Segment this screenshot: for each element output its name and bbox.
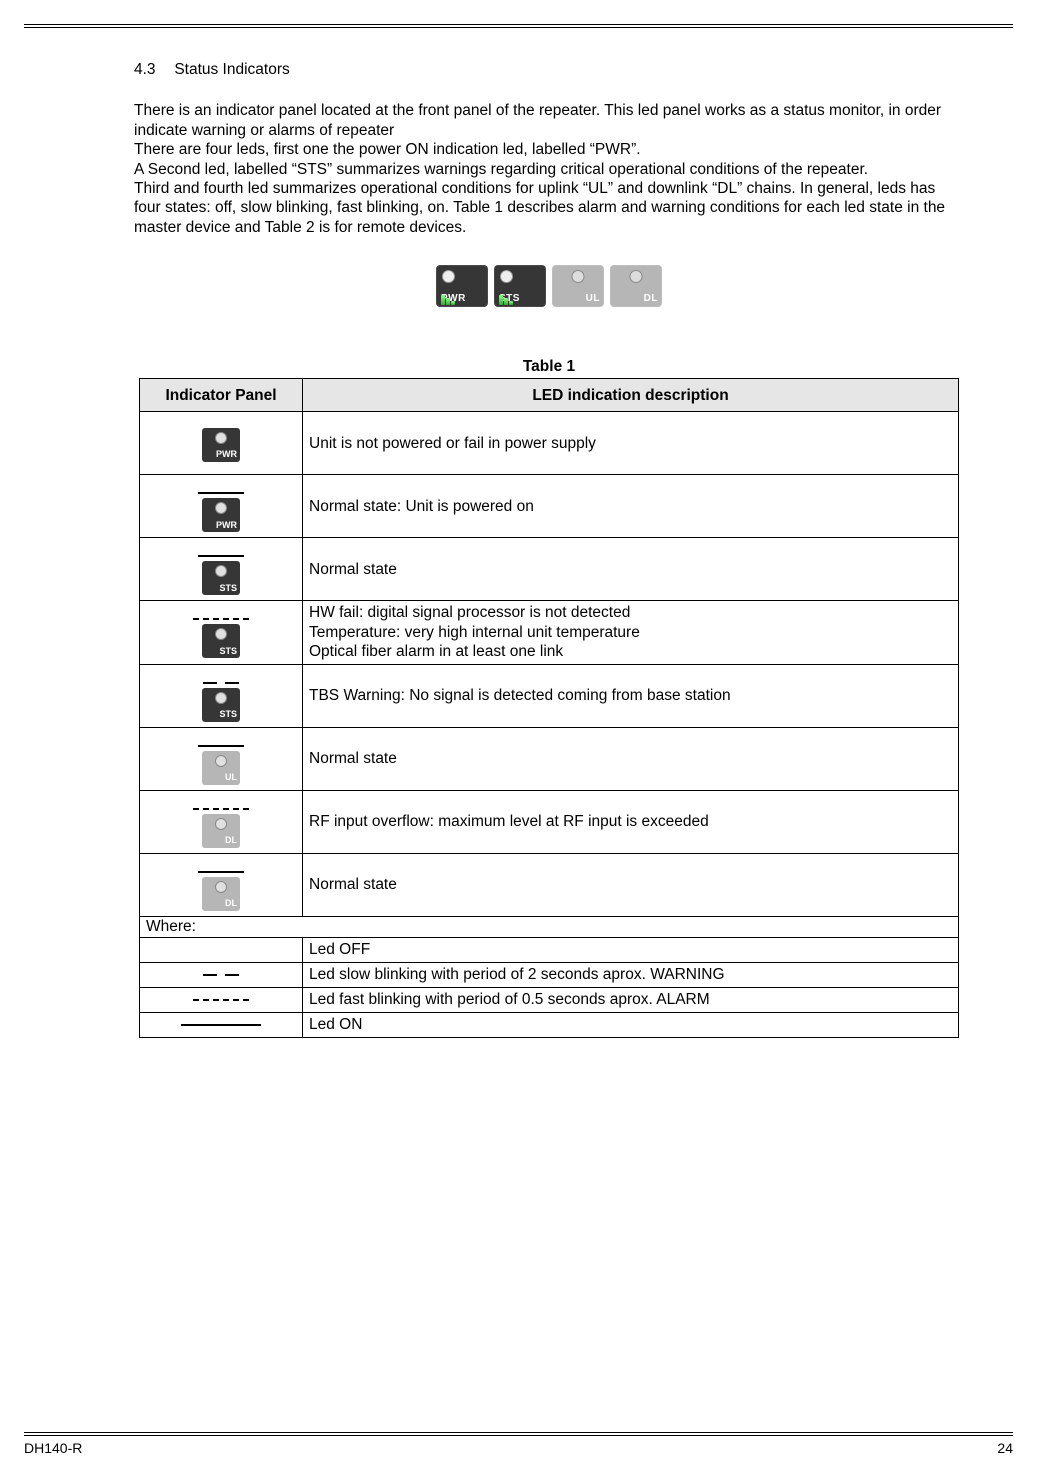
pwr-block: PWR (436, 265, 488, 307)
indicator-cell: STS (140, 664, 303, 727)
paragraph-2: There are four leds, first one the power… (134, 140, 964, 159)
legend-desc: Led ON (303, 1012, 959, 1037)
legend-desc: Led slow blinking with period of 2 secon… (303, 962, 959, 987)
indicator-cell: DL (140, 790, 303, 853)
legend-row: Led slow blinking with period of 2 secon… (140, 962, 959, 987)
dl-led-icon (630, 270, 643, 283)
legend-row: Led OFF (140, 937, 959, 962)
description-cell: HW fail: digital signal processor is not… (303, 601, 959, 664)
legend-symbol (140, 1012, 303, 1037)
table-head-col1: Indicator Panel (140, 379, 303, 412)
table-1: Indicator Panel LED indication descripti… (139, 378, 959, 1037)
page-bottom-rule (24, 1432, 1013, 1433)
dl-block: DL (610, 265, 662, 307)
page-top-rule (24, 24, 1013, 25)
legend-desc: Led OFF (303, 937, 959, 962)
indicator-cell: STS (140, 601, 303, 664)
indicator-cell: UL (140, 727, 303, 790)
table-row: STSNormal state (140, 538, 959, 601)
indicator-cell: STS (140, 538, 303, 601)
table-row: STSHW fail: digital signal processor is … (140, 601, 959, 664)
page-bottom-rule-2 (24, 1435, 1013, 1436)
footer-right: 24 (997, 1440, 1013, 1458)
paragraph-3: A Second led, labelled “STS” summarizes … (134, 160, 964, 179)
pwr-led-icon (442, 270, 455, 283)
indicator-panel-figure: PWR STS UL DL (134, 265, 964, 307)
description-cell: Normal state (303, 853, 959, 916)
table-row: STSTBS Warning: No signal is detected co… (140, 664, 959, 727)
legend-desc: Led fast blinking with period of 0.5 sec… (303, 987, 959, 1012)
table-row: DLRF input overflow: maximum level at RF… (140, 790, 959, 853)
paragraph-4: Third and fourth led summarizes operatio… (134, 179, 964, 237)
table-head-col2: LED indication description (303, 379, 959, 412)
ul-led-icon (572, 270, 585, 283)
paragraph-1: There is an indicator panel located at t… (134, 101, 964, 140)
legend-symbol (140, 987, 303, 1012)
ul-label: UL (586, 293, 600, 306)
ul-block: UL (552, 265, 604, 307)
table-row: PWRNormal state: Unit is powered on (140, 475, 959, 538)
description-cell: RF input overflow: maximum level at RF i… (303, 790, 959, 853)
legend-row: Led fast blinking with period of 0.5 sec… (140, 987, 959, 1012)
dl-label: DL (644, 293, 658, 306)
indicator-cell: PWR (140, 475, 303, 538)
section-number: 4.3 (134, 60, 170, 79)
description-cell: Normal state (303, 538, 959, 601)
page-content: 4.3 Status Indicators There is an indica… (134, 60, 964, 1038)
table-row: PWRUnit is not powered or fail in power … (140, 412, 959, 475)
section-heading: 4.3 Status Indicators (134, 60, 964, 79)
legend-symbol (140, 937, 303, 962)
table-row: ULNormal state (140, 727, 959, 790)
legend-symbol (140, 962, 303, 987)
sts-led-icon (500, 270, 513, 283)
table-caption: Table 1 (134, 357, 964, 376)
description-cell: Unit is not powered or fail in power sup… (303, 412, 959, 475)
page-top-rule-2 (24, 27, 1013, 28)
description-cell: TBS Warning: No signal is detected comin… (303, 664, 959, 727)
indicator-cell: DL (140, 853, 303, 916)
where-label: Where: (140, 916, 959, 937)
footer-left: DH140-R (24, 1440, 82, 1458)
description-cell: Normal state (303, 727, 959, 790)
legend-row: Led ON (140, 1012, 959, 1037)
page-footer-area: DH140-R 24 (24, 1432, 1013, 1458)
table-row: DLNormal state (140, 853, 959, 916)
description-cell: Normal state: Unit is powered on (303, 475, 959, 538)
section-title: Status Indicators (174, 61, 289, 78)
sts-block: STS (494, 265, 546, 307)
indicator-cell: PWR (140, 412, 303, 475)
